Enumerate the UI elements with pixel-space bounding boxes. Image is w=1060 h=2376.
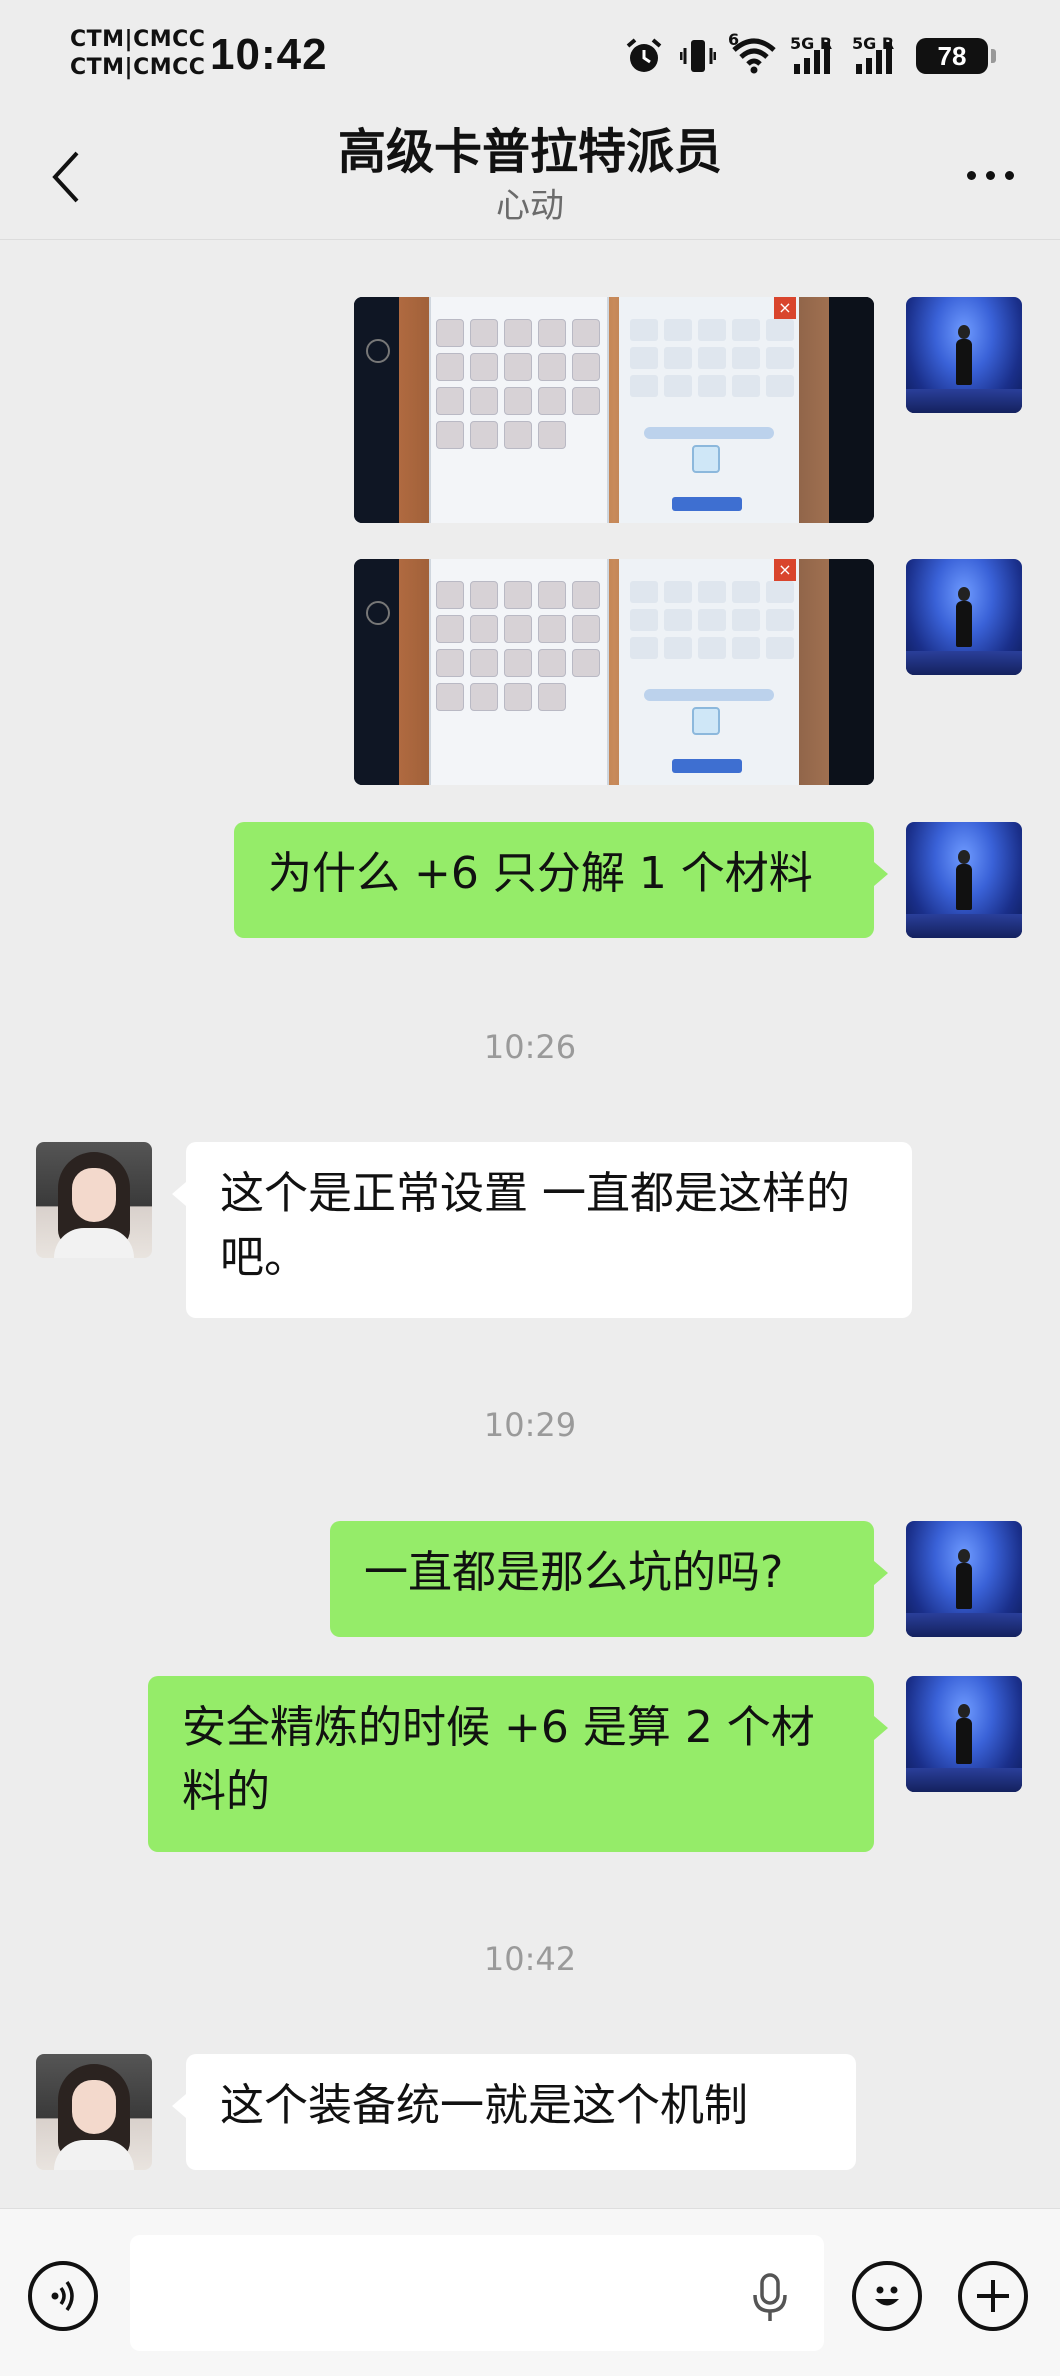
plus-icon (977, 2280, 1009, 2312)
signal-indicator-1: 5G R (790, 34, 838, 74)
more-dot-icon (1004, 170, 1014, 180)
vibrate-icon (680, 40, 716, 72)
message-bubble-self[interactable]: 安全精炼的时候 +6 是算 2 个材料的 (148, 1676, 888, 1852)
mic-icon[interactable] (750, 2273, 790, 2323)
status-time: 10:42 (210, 30, 328, 79)
battery-icon: 78 (916, 38, 996, 74)
image-message[interactable]: × (354, 559, 874, 785)
more-dot-icon (985, 170, 995, 180)
avatar[interactable] (36, 2054, 152, 2170)
signal-1-tag: 5G R (790, 34, 833, 53)
timestamp: 10:29 (483, 1406, 577, 1444)
more-functions-button[interactable] (958, 2261, 1028, 2331)
more-dot-icon (966, 170, 976, 180)
avatar[interactable] (906, 1521, 1022, 1637)
wifi-indicator: 6 (728, 30, 776, 74)
chat-header: 高级卡普拉特派员 心动 (0, 110, 1060, 240)
signal-2-tag: 5G R (852, 34, 895, 53)
hd-badge: 6 (728, 30, 740, 49)
close-icon: × (774, 559, 796, 581)
avatar[interactable] (906, 559, 1022, 675)
message-bubble-other[interactable]: 这个是正常设置 一直都是这样的吧。 (172, 1142, 912, 1318)
header-divider (0, 239, 1060, 240)
avatar[interactable] (906, 1676, 1022, 1792)
chat-title: 高级卡普拉特派员 (337, 124, 722, 180)
avatar[interactable] (36, 1142, 152, 1258)
timestamp: 10:42 (483, 1940, 577, 1978)
avatar[interactable] (906, 297, 1022, 413)
voice-button[interactable] (28, 2261, 98, 2331)
alarm-icon (626, 38, 662, 72)
chat-subtitle: 心动 (496, 186, 564, 226)
status-bar: CTM|CMCC CTM|CMCC 10:42 6 5G R 5G R 78 (0, 0, 1060, 110)
image-message[interactable]: × (354, 297, 874, 523)
carrier-1: CTM|CMCC (70, 27, 206, 52)
signal-indicator-2: 5G R (852, 34, 900, 74)
message-bubble-self[interactable]: 为什么 +6 只分解 1 个材料 (234, 822, 888, 938)
carrier-labels: CTM|CMCC CTM|CMCC (70, 26, 205, 82)
message-bubble-other[interactable]: 这个装备统一就是这个机制 (172, 2054, 856, 2170)
timestamp: 10:26 (483, 1028, 577, 1066)
message-input[interactable] (130, 2235, 824, 2351)
emoji-icon (875, 2286, 899, 2306)
message-bubble-self[interactable]: 一直都是那么坑的吗? (330, 1521, 888, 1637)
close-icon: × (774, 297, 796, 319)
more-options-button[interactable] (950, 140, 1030, 210)
input-bar (0, 2208, 1060, 2376)
carrier-2: CTM|CMCC (70, 55, 206, 80)
emoji-button[interactable] (852, 2261, 922, 2331)
voice-icon (51, 2280, 74, 2312)
avatar[interactable] (906, 822, 1022, 938)
status-icons: 6 5G R 5G R 78 (624, 30, 996, 80)
